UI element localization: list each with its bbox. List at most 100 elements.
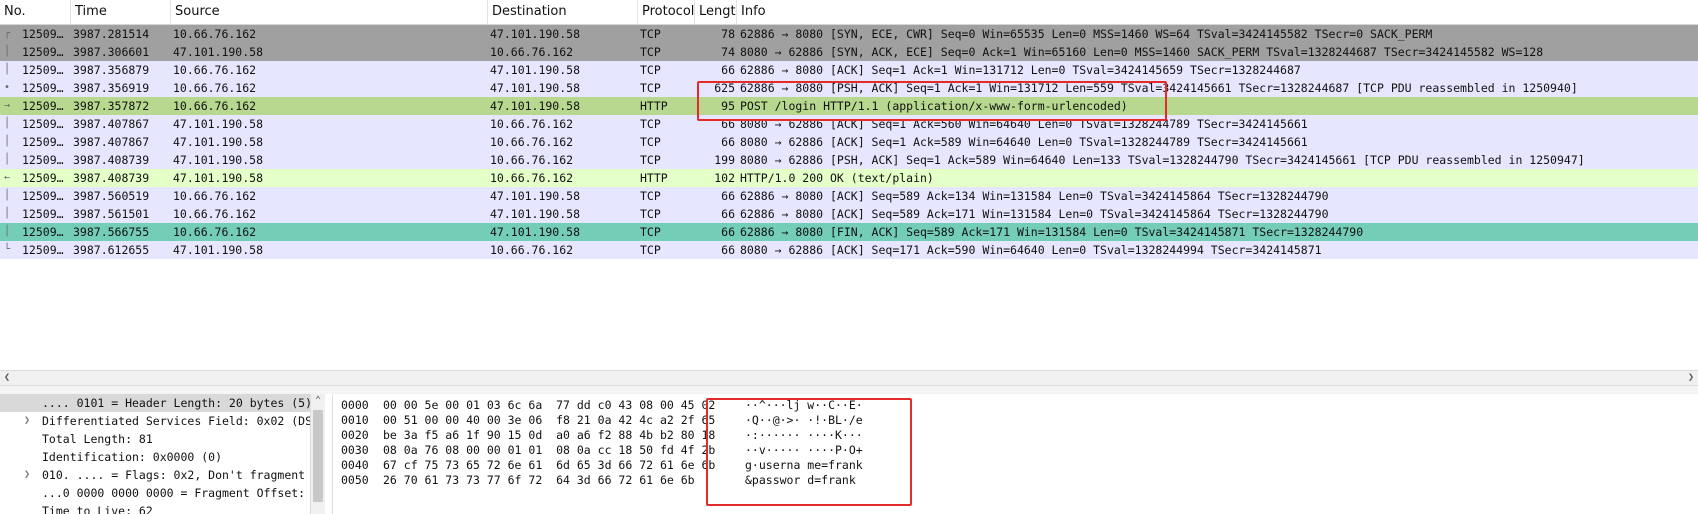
bytes-row[interactable]: 0050 26 70 61 73 73 77 6f 72 64 3d 66 72… — [333, 473, 1698, 488]
column-header-time[interactable]: Time — [71, 0, 171, 24]
packet-row-selected[interactable]: → 12509… 3987.357872 10.66.76.162 47.101… — [0, 97, 1698, 115]
bytes-hex-group1: 67 cf 75 73 65 72 6e 61 — [383, 458, 543, 472]
detail-row[interactable]: Time to Live: 62 — [0, 502, 310, 514]
packet-row[interactable]: │ 12509… 3987.356879 10.66.76.162 47.101… — [0, 61, 1698, 79]
bytes-hex[interactable]: 26 70 61 73 73 77 6f 72 64 3d 66 72 61 6… — [383, 473, 695, 488]
packet-destination: 10.66.76.162 — [490, 243, 574, 257]
packet-protocol: TCP — [640, 153, 661, 167]
packet-no: 12509… — [22, 225, 64, 239]
tree-connector-icon: │ — [4, 118, 11, 129]
column-header-source[interactable]: Source — [171, 0, 488, 24]
packet-source: 47.101.190.58 — [173, 153, 264, 167]
packet-details-vertical-scrollbar[interactable]: ⌃ — [310, 394, 325, 514]
detail-row[interactable]: ❯ Differentiated Services Field: 0x02 (D… — [0, 412, 310, 430]
bytes-offset: 0010 — [341, 413, 369, 427]
packet-list-horizontal-scrollbar[interactable]: ❮ ❯ — [0, 370, 1698, 386]
packet-length: 74 — [721, 45, 735, 59]
tree-connector-icon: → — [4, 100, 11, 111]
packet-no: 12509… — [22, 45, 64, 59]
column-header-no[interactable]: No. — [0, 0, 71, 24]
packet-length: 66 — [721, 225, 735, 239]
column-header-length[interactable]: Length — [695, 0, 737, 24]
column-header-destination[interactable]: Destination — [488, 0, 638, 24]
bytes-hex[interactable]: 08 0a 76 08 00 00 01 01 08 0a cc 18 50 f… — [383, 443, 715, 458]
packet-protocol: TCP — [640, 135, 661, 149]
packet-row[interactable]: │ 12509… 3987.566755 10.66.76.162 47.101… — [0, 223, 1698, 241]
bytes-hex-group2: 08 0a cc 18 50 fd 4f 2b — [556, 443, 716, 457]
bytes-row[interactable]: 0030 08 0a 76 08 00 00 01 01 08 0a cc 18… — [333, 443, 1698, 458]
bytes-ascii[interactable]: &passwor d=frank — [745, 473, 856, 488]
packet-info: 8080 → 62886 [SYN, ACK, ECE] Seq=0 Ack=1… — [740, 45, 1544, 59]
chevron-right-icon[interactable]: ❯ — [24, 412, 38, 430]
arrow-up-icon[interactable]: ⌃ — [311, 394, 325, 408]
packet-protocol: TCP — [640, 27, 661, 41]
packet-row[interactable]: └ 12509… 3987.612655 47.101.190.58 10.66… — [0, 241, 1698, 259]
bytes-row[interactable]: 0020 be 3a f5 a6 1f 90 15 0d a0 a6 f2 88… — [333, 428, 1698, 443]
pane-splitter[interactable] — [0, 386, 1698, 394]
chevron-right-icon[interactable]: ❯ — [24, 466, 38, 484]
detail-row[interactable]: Total Length: 81 — [0, 430, 310, 448]
packet-length: 66 — [721, 117, 735, 131]
packet-source: 47.101.190.58 — [173, 45, 264, 59]
packet-row[interactable]: │ 12509… 3987.407867 47.101.190.58 10.66… — [0, 133, 1698, 151]
packet-source: 10.66.76.162 — [173, 63, 257, 77]
packet-info: 62886 → 8080 [ACK] Seq=589 Ack=134 Win=1… — [740, 189, 1329, 203]
bytes-hex[interactable]: 00 00 5e 00 01 03 6c 6a 77 dd c0 43 08 0… — [383, 398, 715, 413]
detail-row[interactable]: ...0 0000 0000 0000 = Fragment Offset: 0 — [0, 484, 310, 502]
packet-source: 10.66.76.162 — [173, 81, 257, 95]
detail-row[interactable]: .... 0101 = Header Length: 20 bytes (5) — [0, 394, 310, 412]
packet-length: 66 — [721, 243, 735, 257]
bytes-hex[interactable]: 67 cf 75 73 65 72 6e 61 6d 65 3d 66 72 6… — [383, 458, 715, 473]
tree-connector-icon: ┌ — [4, 28, 11, 39]
bytes-row[interactable]: 0000 00 00 5e 00 01 03 6c 6a 77 dd c0 43… — [333, 398, 1698, 413]
packet-row[interactable]: ← 12509… 3987.408739 47.101.190.58 10.66… — [0, 169, 1698, 187]
arrow-right-icon[interactable]: ❯ — [1684, 371, 1698, 385]
arrow-left-icon[interactable]: ❮ — [0, 371, 14, 385]
packet-destination: 47.101.190.58 — [490, 207, 581, 221]
packet-row[interactable]: • 12509… 3987.356919 10.66.76.162 47.101… — [0, 79, 1698, 97]
packet-info: HTTP/1.0 200 OK (text/plain) — [740, 171, 934, 185]
packet-length: 95 — [721, 99, 735, 113]
packet-info: 62886 → 8080 [ACK] Seq=589 Ack=171 Win=1… — [740, 207, 1329, 221]
column-header-info[interactable]: Info — [737, 0, 1698, 24]
packet-time: 3987.408739 — [73, 153, 150, 167]
detail-row[interactable]: ❯ 010. .... = Flags: 0x2, Don't fragment — [0, 466, 310, 484]
column-header-protocol[interactable]: Protocol — [638, 0, 695, 24]
bytes-ascii[interactable]: g·userna me=frank — [745, 458, 863, 473]
bytes-ascii[interactable]: ·:······ ····K··· — [745, 428, 863, 443]
bytes-hex-group1: be 3a f5 a6 1f 90 15 0d — [383, 428, 543, 442]
packet-destination: 47.101.190.58 — [490, 27, 581, 41]
bytes-ascii[interactable]: ·Q··@·>· ·!·BL·/e — [745, 413, 863, 428]
packet-row[interactable]: │ 12509… 3987.306601 47.101.190.58 10.66… — [0, 43, 1698, 61]
packet-no: 12509… — [22, 63, 64, 77]
tree-connector-icon: │ — [4, 190, 11, 201]
detail-row[interactable]: Identification: 0x0000 (0) — [0, 448, 310, 466]
bytes-row[interactable]: 0040 67 cf 75 73 65 72 6e 61 6d 65 3d 66… — [333, 458, 1698, 473]
bytes-ascii[interactable]: ··^···lj w··C··E· — [745, 398, 863, 413]
packet-time: 3987.306601 — [73, 45, 150, 59]
packet-info: 8080 → 62886 [PSH, ACK] Seq=1 Ack=589 Wi… — [740, 153, 1585, 167]
packet-row[interactable]: │ 12509… 3987.407867 47.101.190.58 10.66… — [0, 115, 1698, 133]
packet-time: 3987.612655 — [73, 243, 150, 257]
tree-connector-icon: │ — [4, 154, 11, 165]
packet-row[interactable]: ┌ 12509… 3987.281514 10.66.76.162 47.101… — [0, 25, 1698, 43]
packet-destination: 47.101.190.58 — [490, 99, 581, 113]
bytes-hex[interactable]: be 3a f5 a6 1f 90 15 0d a0 a6 f2 88 4b b… — [383, 428, 715, 443]
packet-row[interactable]: │ 12509… 3987.408739 47.101.190.58 10.66… — [0, 151, 1698, 169]
packet-protocol: TCP — [640, 45, 661, 59]
bytes-offset: 0020 — [341, 428, 369, 442]
scrollbar-thumb[interactable] — [313, 410, 323, 502]
packet-no: 12509… — [22, 171, 64, 185]
bytes-hex[interactable]: 00 51 00 00 40 00 3e 06 f8 21 0a 42 4c a… — [383, 413, 715, 428]
packet-time: 3987.356919 — [73, 81, 150, 95]
bytes-row[interactable]: 0010 00 51 00 00 40 00 3e 06 f8 21 0a 42… — [333, 413, 1698, 428]
packet-protocol: TCP — [640, 225, 661, 239]
bytes-ascii[interactable]: ··v····· ····P·O+ — [745, 443, 863, 458]
packet-protocol: HTTP — [640, 99, 668, 113]
packet-info: 62886 → 8080 [FIN, ACK] Seq=589 Ack=171 … — [740, 225, 1364, 239]
bytes-hex-group2: 77 dd c0 43 08 00 45 02 — [556, 398, 716, 412]
packet-row[interactable]: │ 12509… 3987.561501 10.66.76.162 47.101… — [0, 205, 1698, 223]
packet-bytes-pane: 0000 00 00 5e 00 01 03 6c 6a 77 dd c0 43… — [332, 394, 1698, 514]
packet-length: 66 — [721, 189, 735, 203]
packet-row[interactable]: │ 12509… 3987.560519 10.66.76.162 47.101… — [0, 187, 1698, 205]
